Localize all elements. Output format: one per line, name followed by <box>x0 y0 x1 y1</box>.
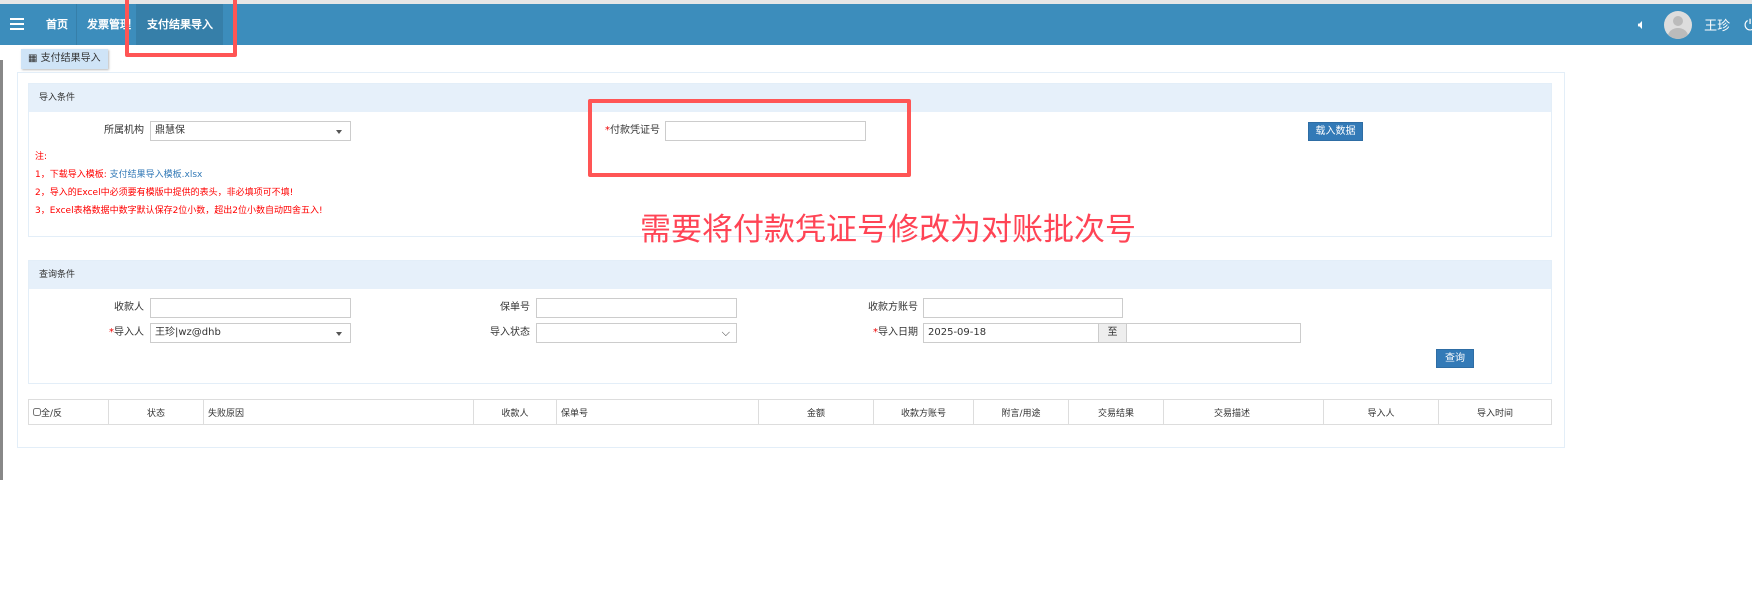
col-importer: 导入人 <box>1323 399 1439 425</box>
chevron-down-icon: ⌵ <box>721 326 730 339</box>
status-select[interactable]: ⌵ <box>536 323 737 343</box>
query-panel: 查询条件 <box>28 260 1552 384</box>
org-label: 所属机构 <box>104 125 144 136</box>
date-label: *导入日期 <box>873 327 918 338</box>
policy-input[interactable] <box>536 298 737 318</box>
date-to-input[interactable] <box>1126 323 1301 343</box>
col-trade-result: 交易结果 <box>1068 399 1164 425</box>
user-name[interactable]: 王珍 <box>1704 15 1730 34</box>
note-2: 2，导入的Excel中必须要有模版中提供的表头，非必填项可不填! <box>35 188 294 198</box>
annotation-text: 需要将付款凭证号修改为对账批次号 <box>640 212 1136 248</box>
query-button[interactable]: 查询 <box>1436 349 1474 368</box>
account-label: 收款方账号 <box>868 302 918 313</box>
top-nav: 首页 发票管理 支付结果导入 🔈︎ 王珍 ⏻ <box>0 4 1752 45</box>
check-all[interactable]: 全/反 <box>28 399 109 425</box>
col-fail-reason: 失败原因 <box>203 399 474 425</box>
col-policy: 保单号 <box>556 399 759 425</box>
annotation-box-voucher <box>588 99 911 177</box>
grid-icon: ▦ <box>28 53 41 64</box>
payee-input[interactable] <box>150 298 351 318</box>
col-memo: 附言/用途 <box>973 399 1069 425</box>
template-download-link[interactable]: 支付结果导入模板.xlsx <box>110 170 203 180</box>
importer-select[interactable]: 王珍|wz@dhb <box>150 323 351 343</box>
menu-icon[interactable] <box>10 18 24 30</box>
col-amount: 金额 <box>758 399 874 425</box>
scrollbar[interactable] <box>0 60 3 480</box>
annotation-box-tab <box>125 0 237 57</box>
table-header: 全/反 状态 失败原因 收款人 保单号 金额 收款方账号 附言/用途 交易结果 … <box>28 399 1552 425</box>
note-1: 1，下载导入模板: 支付结果导入模板.xlsx <box>35 170 203 180</box>
status-label: 导入状态 <box>490 327 530 338</box>
speaker-icon[interactable]: 🔈︎ <box>1638 17 1646 33</box>
date-from-input[interactable]: 2025-09-18 <box>923 323 1099 343</box>
chevron-down-icon <box>336 130 342 134</box>
query-title: 查询条件 <box>29 261 1551 289</box>
note-head: 注: <box>35 152 48 162</box>
policy-label: 保单号 <box>500 302 530 313</box>
chevron-down-icon <box>336 332 342 336</box>
col-account: 收款方账号 <box>873 399 974 425</box>
col-import-time: 导入时间 <box>1438 399 1552 425</box>
check-all-checkbox[interactable] <box>33 407 41 416</box>
col-trade-desc: 交易描述 <box>1163 399 1324 425</box>
tab-payment-import[interactable]: ▦ 支付结果导入 <box>21 49 108 69</box>
note-3: 3，Excel表格数据中数字默认保存2位小数，超出2位小数自动四舍五入! <box>35 206 323 216</box>
org-select[interactable]: 鼎慧保 <box>150 121 351 141</box>
tab-label: 支付结果导入 <box>40 53 101 64</box>
avatar[interactable] <box>1664 10 1693 39</box>
power-icon[interactable]: ⏻ <box>1744 16 1752 34</box>
results-table: 全/反 状态 失败原因 收款人 保单号 金额 收款方账号 附言/用途 交易结果 … <box>28 399 1552 425</box>
date-separator: 至 <box>1098 323 1127 343</box>
nav-home[interactable]: 首页 <box>36 4 78 45</box>
importer-label: *导入人 <box>109 327 144 338</box>
col-status: 状态 <box>108 399 204 425</box>
payee-label: 收款人 <box>114 302 144 313</box>
account-input[interactable] <box>923 298 1123 318</box>
col-payee: 收款人 <box>473 399 557 425</box>
load-data-button[interactable]: 载入数据 <box>1308 122 1363 141</box>
